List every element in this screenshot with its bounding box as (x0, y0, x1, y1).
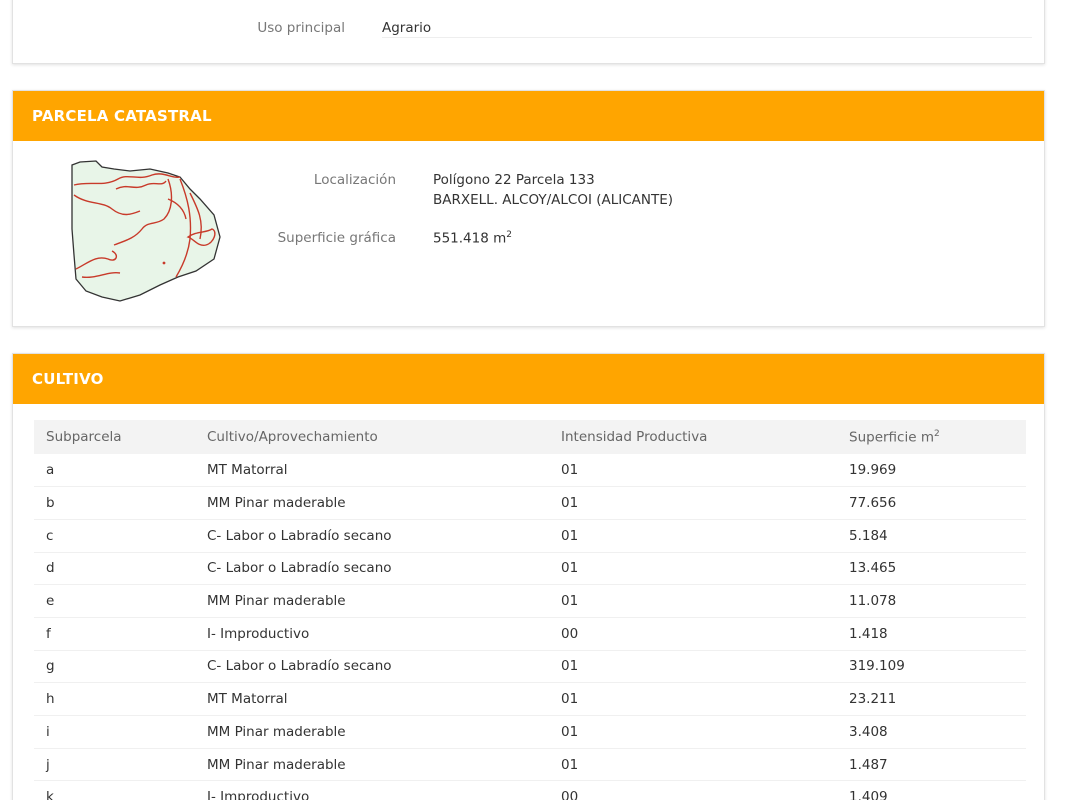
table-row: e MM Pinar maderable 01 11.078 (34, 584, 1026, 618)
cell-intensidad: 01 (549, 747, 837, 781)
cell-superficie: 1.409 (837, 780, 1026, 800)
cell-cultivo: MT Matorral (195, 682, 549, 716)
cell-intensidad: 00 (549, 616, 837, 651)
col-superficie-text: Superficie m (849, 429, 934, 446)
col-superficie: Superficie m2 (837, 420, 1026, 454)
col-superficie-sup: 2 (933, 428, 940, 439)
cell-intensidad: 01 (549, 682, 837, 716)
cell-intensidad: 01 (549, 551, 837, 585)
cultivo-header: CULTIVO (13, 354, 1044, 404)
cell-subparcela: e (34, 584, 195, 618)
cell-subparcela: c (34, 518, 195, 553)
cell-cultivo: MM Pinar maderable (195, 486, 549, 520)
divider (382, 37, 1032, 38)
cell-subparcela: i (34, 715, 195, 749)
table-row: g C- Labor o Labradío secano 01 319.109 (34, 649, 1026, 683)
cell-intensidad: 01 (561, 462, 579, 479)
cell-cultivo: C- Labor o Labradío secano (195, 518, 549, 553)
table-row: b MM Pinar maderable 01 77.656 (34, 486, 1026, 520)
table-row: h MT Matorral 01 23.211 (34, 682, 1026, 716)
cell-cultivo: MM Pinar maderable (195, 584, 549, 618)
cell-cultivo: C- Labor o Labradío secano (195, 551, 549, 585)
datos-card: Uso principal Agrario (12, 0, 1045, 64)
superficie-grafica-value: 551.418 m2 (433, 230, 512, 247)
cell-subparcela: j (34, 747, 195, 781)
cell-intensidad: 01 (549, 649, 837, 683)
localizacion-label: Localización (313, 172, 396, 188)
table-header-row: Subparcela Cultivo/Aprovechamiento Inten… (34, 420, 1026, 454)
col-intensidad: Intensidad Productiva (549, 420, 837, 454)
cell-superficie: 11.078 (837, 584, 1026, 618)
col-subparcela: Subparcela (34, 420, 195, 454)
cell-superficie: 1.418 (837, 616, 1026, 651)
cell-cultivo: C- Labor o Labradío secano (195, 649, 549, 683)
cell-superficie: 77.656 (837, 486, 1026, 520)
cell-superficie: 1.487 (837, 747, 1026, 781)
cell-intensidad: 01 (549, 518, 837, 553)
table-row: f I- Improductivo 00 1.418 (34, 616, 1026, 651)
parcel-outline (71, 160, 221, 302)
cell-subparcela: k (34, 780, 195, 800)
uso-principal-value: Agrario (382, 20, 432, 36)
cell-subparcela: g (34, 649, 195, 683)
cultivo-table: Subparcela Cultivo/Aprovechamiento Inten… (34, 420, 1026, 800)
table-row: k I- Improductivo 00 1.409 (34, 780, 1026, 800)
localizacion-line1: Polígono 22 Parcela 133 (433, 172, 595, 188)
cell-superficie: 19.969 (849, 462, 897, 479)
superficie-unit-sup: 2 (506, 230, 513, 240)
cell-superficie: 3.408 (837, 715, 1026, 749)
cell-intensidad: 00 (549, 780, 837, 800)
cell-superficie: 23.211 (837, 682, 1026, 716)
uso-principal-label: Uso principal (257, 20, 345, 36)
cell-subparcela: a (46, 462, 55, 479)
table-row: d C- Labor o Labradío secano 01 13.465 (34, 551, 1026, 585)
col-cultivo: Cultivo/Aprovechamiento (195, 420, 549, 454)
cultivo-card: CULTIVO Subparcela Cultivo/Aprovechamien… (12, 353, 1045, 800)
localizacion-line2: BARXELL. ALCOY/ALCOI (ALICANTE) (433, 192, 674, 208)
cell-cultivo: MM Pinar maderable (195, 715, 549, 749)
cell-cultivo: I- Improductivo (195, 616, 549, 651)
parcela-catastral-header: PARCELA CATASTRAL (13, 91, 1044, 141)
cell-superficie: 5.184 (837, 518, 1026, 553)
cell-cultivo: I- Improductivo (195, 780, 549, 800)
superficie-grafica-label: Superficie gráfica (277, 230, 396, 246)
table-row: i MM Pinar maderable 01 3.408 (34, 715, 1026, 749)
cell-subparcela: h (34, 682, 195, 716)
table-row: c C- Labor o Labradío secano 01 5.184 (34, 518, 1026, 553)
cell-intensidad: 01 (549, 715, 837, 749)
table-row: j MM Pinar maderable 01 1.487 (34, 747, 1026, 781)
cell-superficie: 13.465 (837, 551, 1026, 585)
cell-intensidad: 01 (549, 584, 837, 618)
table-row: a MT Matorral 01 19.969 (34, 454, 1026, 487)
cell-subparcela: d (34, 551, 195, 585)
cell-subparcela: b (34, 486, 195, 520)
superficie-grafica-number: 551.418 m (433, 230, 507, 247)
cell-cultivo: MM Pinar maderable (195, 747, 549, 781)
parcel-map-image[interactable] (68, 159, 228, 309)
cell-superficie: 319.109 (837, 649, 1026, 683)
cell-subparcela: f (34, 616, 195, 651)
cell-intensidad: 01 (549, 486, 837, 520)
parcela-catastral-card: PARCELA CATASTRAL Localización Polígono … (12, 90, 1045, 327)
cell-cultivo: MT Matorral (207, 462, 288, 479)
